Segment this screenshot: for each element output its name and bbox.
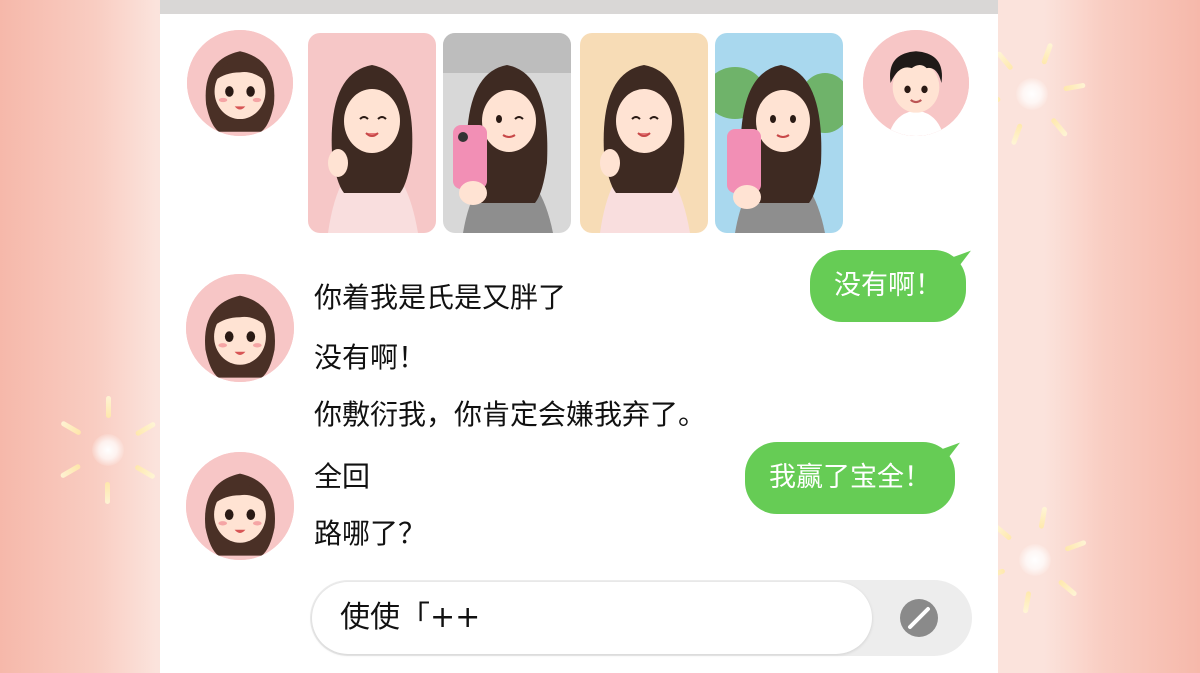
bubble-text: 没有啊！ <box>834 270 942 301</box>
girl-avatar[interactable] <box>186 274 294 382</box>
boy-avatar[interactable] <box>863 30 969 136</box>
sent-message-bubble: 没有啊！ <box>810 250 976 322</box>
message-text: 全回 <box>314 460 371 493</box>
girl-avatar[interactable] <box>186 452 294 560</box>
chat-screen: 你着我是氏是又胖了 没有啊！ 你敷衍我，你肯定会嫌我弃了。 没有啊！ 全回 路哪… <box>160 0 998 673</box>
photo-2[interactable] <box>443 33 571 233</box>
photo-1[interactable] <box>308 33 436 233</box>
message-input-bar: 使使「++ <box>310 580 972 656</box>
sent-message-bubble: 我赢了宝全！ <box>745 442 965 514</box>
photo-4[interactable] <box>715 33 843 233</box>
sparkle-decoration-left <box>48 390 168 510</box>
message-input[interactable]: 使使「++ <box>312 582 872 654</box>
send-button[interactable] <box>898 597 940 639</box>
message-text: 路哪了？ <box>314 517 427 550</box>
status-bar <box>160 0 998 14</box>
photo-3[interactable] <box>580 33 708 233</box>
girl-avatar[interactable] <box>187 30 293 136</box>
bubble-text: 我赢了宝全！ <box>769 462 931 493</box>
message-text: 你着我是氏是又胖了 <box>314 281 567 314</box>
send-icon <box>900 599 938 637</box>
message-text: 你敷衍我，你肯定会嫌我弃了。 <box>314 398 707 431</box>
message-text: 没有啊！ <box>314 341 427 374</box>
